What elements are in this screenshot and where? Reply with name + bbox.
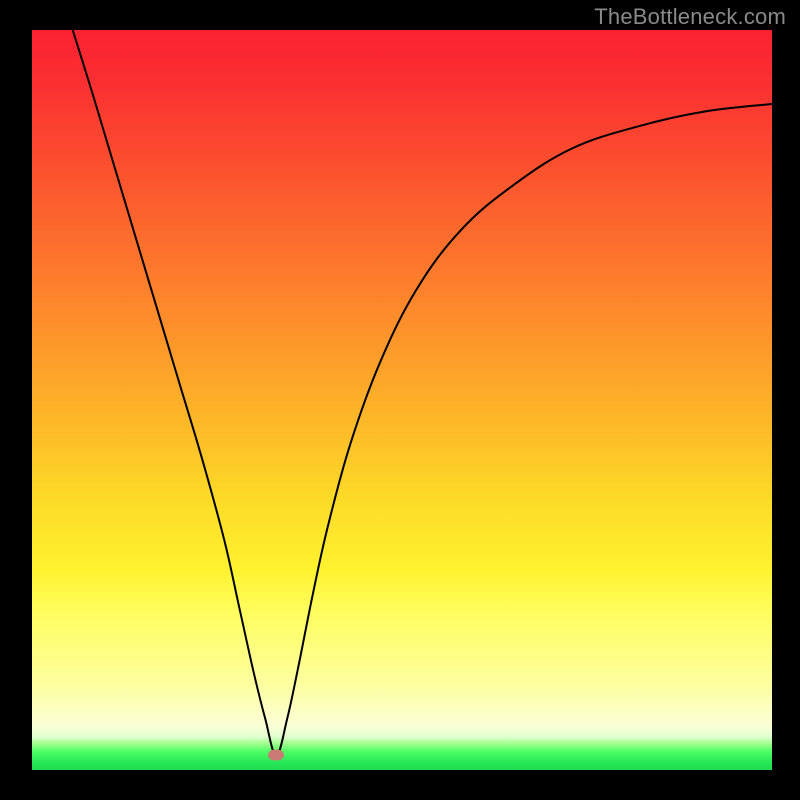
bottleneck-curve <box>32 30 772 770</box>
watermark-text: TheBottleneck.com <box>594 4 786 30</box>
optimum-marker <box>268 750 284 761</box>
chart-frame: TheBottleneck.com <box>0 0 800 800</box>
plot-area <box>32 30 772 770</box>
